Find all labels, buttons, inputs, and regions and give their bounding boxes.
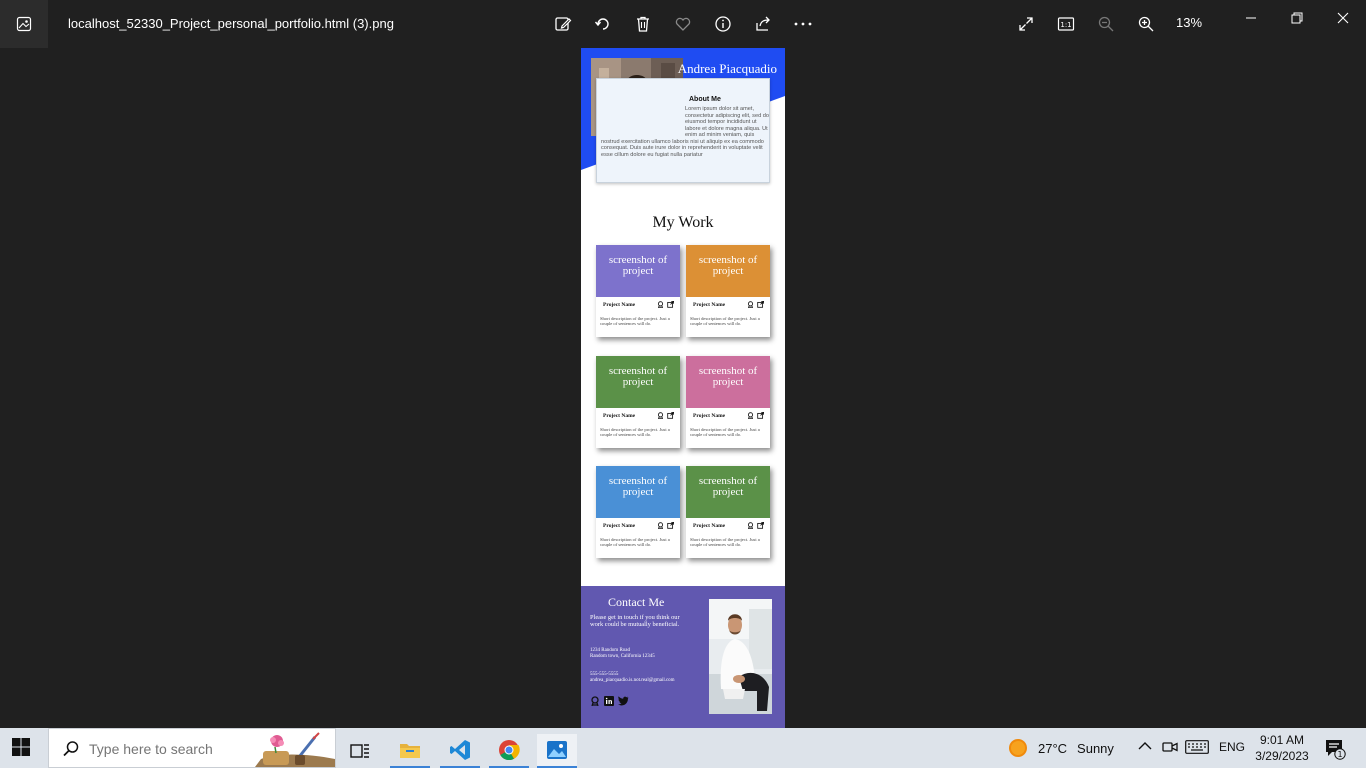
external-link-icon[interactable] <box>757 522 764 529</box>
hero-name: Andrea Piacquadio <box>677 61 777 76</box>
address-line-2: Random town, California 12345 <box>590 654 655 659</box>
weather-temperature: 27°C <box>1038 740 1068 756</box>
project-screenshot: screenshot of project <box>686 245 770 297</box>
search-icon <box>63 741 79 757</box>
project-name: Project Name <box>693 413 726 419</box>
title-bar: localhost_52330_Project_personal_portfol… <box>0 0 1366 48</box>
project-card: screenshot of project Project Name Short… <box>596 245 680 337</box>
twitter-icon[interactable] <box>618 696 629 706</box>
project-description: Short description of the project. Just a… <box>690 537 760 547</box>
weather-widget[interactable]: 27°C Sunny <box>1008 738 1114 758</box>
project-name: Project Name <box>693 523 726 529</box>
more-options-icon[interactable] <box>792 13 814 35</box>
github-icon[interactable] <box>657 412 664 419</box>
project-name: Project Name <box>603 523 636 529</box>
info-icon[interactable] <box>712 13 734 35</box>
contact-phone-email: 555-555-5555 andrea_piacquadio.is.not.re… <box>590 672 705 684</box>
project-screenshot: screenshot of project <box>596 356 680 408</box>
about-title: About Me <box>689 96 721 103</box>
github-icon[interactable] <box>657 301 664 308</box>
work-title: My Work <box>652 214 714 231</box>
touch-keyboard-icon[interactable] <box>1185 740 1209 757</box>
task-view-icon[interactable] <box>340 734 380 768</box>
zoom-in-icon[interactable] <box>1135 13 1157 35</box>
meet-now-icon[interactable] <box>1162 739 1178 758</box>
project-screenshot: screenshot of project <box>686 466 770 518</box>
sun-icon <box>1009 739 1027 757</box>
social-links <box>590 696 629 706</box>
photos-app-icon[interactable] <box>0 0 48 48</box>
zoom-out-icon[interactable] <box>1095 13 1117 35</box>
actual-size-icon[interactable]: 1:1 <box>1055 13 1077 35</box>
clock-time: 9:01 AM <box>1259 733 1305 747</box>
external-link-icon[interactable] <box>757 412 764 419</box>
windows-start-icon[interactable] <box>12 738 32 758</box>
project-description: Short description of the project. Just a… <box>690 316 760 326</box>
notification-center-icon[interactable]: 1 <box>1324 738 1346 763</box>
project-name: Project Name <box>603 302 636 308</box>
search-highlight-icon[interactable] <box>255 731 335 767</box>
about-text: Lorem ipsum dolor sit amet, consectetur … <box>601 106 769 158</box>
close-icon[interactable] <box>1331 8 1355 28</box>
rotate-icon[interactable] <box>592 13 614 35</box>
github-icon[interactable] <box>590 696 600 706</box>
external-link-icon[interactable] <box>757 301 764 308</box>
contact-title: Contact Me <box>608 595 665 609</box>
hero-section: Andrea Piacquadio About Me Lorem ipsum d… <box>581 48 785 188</box>
project-screenshot: screenshot of project <box>596 466 680 518</box>
delete-icon[interactable] <box>632 13 654 35</box>
input-language[interactable]: ENG <box>1219 740 1245 754</box>
taskbar-clock[interactable]: 9:01 AM 3/29/2023 <box>1252 732 1312 764</box>
weather-description: Sunny <box>1077 740 1114 756</box>
project-description: Short description of the project. Just a… <box>600 316 670 326</box>
clock-date: 3/29/2023 <box>1255 749 1309 763</box>
contact-section: Contact Me Please get in touch if you th… <box>581 586 785 728</box>
photo-viewer-window: localhost_52330_Project_personal_portfol… <box>0 0 1366 728</box>
project-card: screenshot of project Project Name Short… <box>686 245 770 337</box>
minimize-icon[interactable] <box>1239 8 1263 28</box>
svg-text:1:1: 1:1 <box>1060 21 1071 29</box>
favorite-heart-icon[interactable] <box>672 13 694 35</box>
external-link-icon[interactable] <box>667 522 674 529</box>
portfolio-image: Andrea Piacquadio About Me Lorem ipsum d… <box>581 48 785 728</box>
notification-count: 1 <box>1337 750 1342 759</box>
taskbar-search-box[interactable] <box>48 728 336 768</box>
project-screenshot: screenshot of project <box>596 245 680 297</box>
github-icon[interactable] <box>657 522 664 529</box>
edit-image-icon[interactable] <box>552 13 574 35</box>
restore-icon[interactable] <box>1285 8 1309 28</box>
contact-description: Please get in touch if you think our wor… <box>590 614 680 628</box>
github-icon[interactable] <box>747 412 754 419</box>
project-screenshot: screenshot of project <box>686 356 770 408</box>
external-link-icon[interactable] <box>667 412 674 419</box>
project-card: screenshot of project Project Name Short… <box>686 356 770 448</box>
chrome-icon[interactable] <box>489 734 529 768</box>
photos-taskbar-icon[interactable] <box>537 734 577 768</box>
project-card: screenshot of project Project Name Short… <box>596 466 680 558</box>
project-name: Project Name <box>693 302 726 308</box>
share-icon[interactable] <box>752 13 774 35</box>
project-card: screenshot of project Project Name Short… <box>686 466 770 558</box>
email-address: andrea_piacquadio.is.not.real@gmail.com <box>590 678 675 683</box>
show-hidden-icons-icon[interactable] <box>1138 740 1152 754</box>
linkedin-icon[interactable] <box>604 696 614 706</box>
github-icon[interactable] <box>747 301 754 308</box>
project-name: Project Name <box>603 413 636 419</box>
file-name: localhost_52330_Project_personal_portfol… <box>68 16 394 31</box>
project-card: screenshot of project Project Name Short… <box>596 356 680 448</box>
project-description: Short description of the project. Just a… <box>690 427 760 437</box>
contact-address: 1234 Random Road Random town, California… <box>590 648 700 660</box>
fullscreen-icon[interactable] <box>1015 13 1037 35</box>
taskbar: 27°C Sunny ENG 9:01 AM 3/29/2023 1 <box>0 728 1366 768</box>
github-icon[interactable] <box>747 522 754 529</box>
external-link-icon[interactable] <box>667 301 674 308</box>
vscode-icon[interactable] <box>440 734 480 768</box>
contact-photo <box>709 599 772 714</box>
search-input[interactable] <box>89 739 259 759</box>
project-description: Short description of the project. Just a… <box>600 537 670 547</box>
zoom-level: 13% <box>1176 15 1203 30</box>
project-description: Short description of the project. Just a… <box>600 427 670 437</box>
file-explorer-icon[interactable] <box>390 734 430 768</box>
